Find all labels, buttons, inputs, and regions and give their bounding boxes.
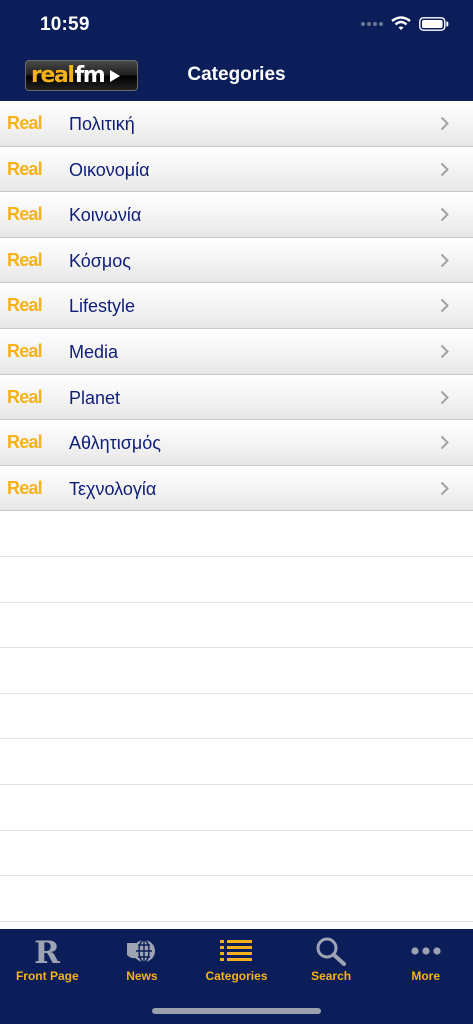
chevron-right-icon: [440, 207, 449, 222]
category-row[interactable]: Real Media: [0, 328, 473, 375]
empty-list-row: [0, 785, 473, 831]
tab-label: Front Page: [15, 969, 79, 983]
globe-icon: [126, 939, 155, 963]
search-icon: [316, 937, 347, 966]
category-row[interactable]: Real Πολιτική: [0, 101, 473, 147]
category-label: Media: [69, 341, 119, 362]
tab-more[interactable]: More: [378, 929, 473, 989]
real-tag: Real: [7, 204, 43, 225]
category-row[interactable]: Real Κοινωνία: [0, 192, 473, 238]
empty-list-row: [0, 739, 473, 785]
empty-list-row: [0, 648, 473, 694]
category-row[interactable]: Real Οικονομία: [0, 146, 473, 193]
real-tag: Real: [7, 477, 43, 498]
home-indicator: [152, 1008, 321, 1014]
category-label: Planet: [69, 387, 121, 408]
tab-label: News: [126, 969, 158, 983]
category-label: Κοινωνία: [69, 205, 142, 226]
category-label: Αθλητισμός: [69, 433, 161, 454]
chevron-right-icon: [440, 390, 449, 404]
category-row[interactable]: Real Lifestyle: [0, 283, 473, 329]
tab-label: More: [411, 969, 441, 983]
real-tag: Real: [7, 340, 43, 361]
tab-label: Categories: [205, 969, 268, 983]
chevron-right-icon: [440, 299, 449, 313]
tab-front-page[interactable]: R Front Page: [0, 929, 95, 989]
chevron-right-icon: [440, 253, 449, 267]
empty-list-row: [0, 557, 473, 603]
signal-icon: [361, 21, 383, 26]
real-tag: Real: [7, 386, 43, 407]
category-row[interactable]: Real Αθλητισμός: [0, 420, 473, 466]
status-time: 10:59: [40, 14, 90, 35]
chevron-right-icon: [440, 162, 449, 176]
real-tag: Real: [7, 249, 43, 270]
tab-label: Search: [311, 969, 352, 983]
tab-bar: R Front Page News Categories Search More: [0, 929, 473, 1024]
empty-list-row: [0, 694, 473, 740]
wifi-icon: [391, 16, 411, 30]
real-tag: Real: [7, 113, 43, 133]
category-label: Κόσμος: [69, 250, 131, 271]
more-dots-icon: [411, 947, 441, 955]
category-row[interactable]: Real Κόσμος: [0, 237, 473, 284]
chevron-right-icon: [440, 481, 449, 495]
real-tag: Real: [7, 295, 43, 316]
real-tag: Real: [7, 158, 43, 179]
empty-list-row: [0, 511, 473, 557]
empty-list-row: [0, 831, 473, 877]
category-label: Lifestyle: [69, 296, 136, 317]
empty-list-row: [0, 603, 473, 649]
category-label: Οικονομία: [69, 159, 150, 180]
empty-list-row: [0, 876, 473, 922]
r-letter-icon: R: [34, 936, 60, 966]
chevron-right-icon: [440, 116, 449, 131]
svg-text:R: R: [34, 936, 60, 966]
category-list: Real Πολιτική Real Οικονομία Real Κοινων…: [0, 101, 473, 922]
tab-news[interactable]: News: [95, 929, 190, 989]
list-icon: [220, 940, 253, 961]
category-label: Πολιτική: [69, 114, 135, 134]
nav-header: 10:59 real fm Categories: [0, 0, 473, 101]
category-row[interactable]: Real Τεχνολογία: [0, 465, 473, 512]
battery-icon: [419, 16, 449, 31]
real-tag: Real: [7, 432, 43, 453]
status-icons: [361, 16, 449, 31]
tab-categories[interactable]: Categories: [189, 929, 284, 989]
chevron-right-icon: [440, 344, 449, 359]
tab-search[interactable]: Search: [284, 929, 379, 989]
chevron-right-icon: [440, 435, 449, 450]
page-title: Categories: [187, 64, 286, 85]
category-row[interactable]: Real Planet: [0, 374, 473, 421]
category-label: Τεχνολογία: [69, 478, 157, 499]
